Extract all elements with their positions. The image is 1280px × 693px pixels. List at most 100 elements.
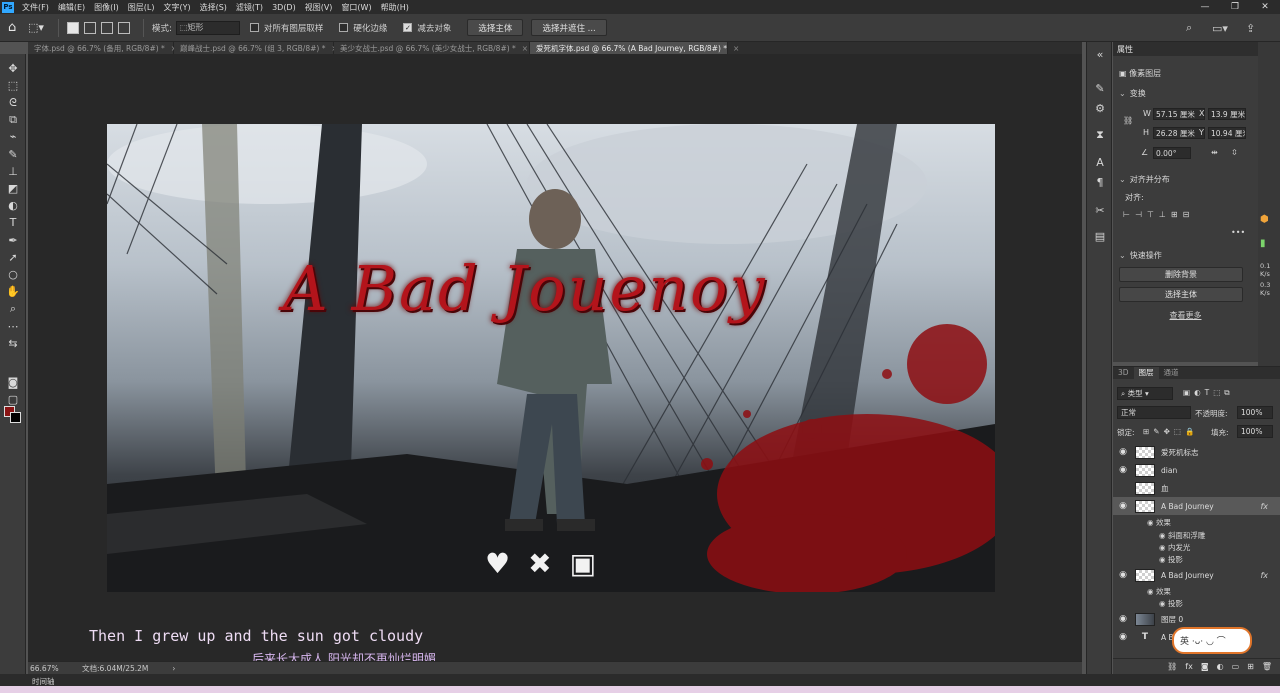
menu-window[interactable]: 窗口(W) — [341, 2, 371, 13]
character-icon[interactable]: A — [1093, 156, 1107, 170]
menu-filter[interactable]: 滤镜(T) — [236, 2, 263, 13]
paragraph-icon[interactable]: ¶ — [1093, 176, 1107, 190]
tab-document-1[interactable]: 字体.psd @ 66.7% (备用, RGB/8#) *× — [28, 42, 177, 54]
status-arrow-icon[interactable]: › — [172, 664, 175, 673]
layer-row[interactable]: 血 — [1113, 479, 1280, 497]
new-group-icon[interactable]: ▭ — [1232, 662, 1240, 671]
properties-tab[interactable]: 属性 — [1117, 44, 1133, 55]
stamp-tool-icon[interactable]: ⊥ — [6, 165, 20, 179]
eyedropper-tool-icon[interactable]: ⌁ — [6, 130, 20, 144]
eye-icon[interactable]: ◉ — [1117, 632, 1129, 642]
select-and-mask-button[interactable]: 选择并遮住 ... — [531, 19, 607, 36]
ellipse-tool-icon[interactable]: ○ — [6, 268, 20, 282]
close-tab-icon[interactable]: × — [522, 44, 528, 53]
tab-document-4[interactable]: 爱死机字体.psd @ 66.7% (A Bad Journey, RGB/8#… — [530, 42, 739, 54]
menu-layer[interactable]: 图层(L) — [128, 2, 155, 13]
background-color-swatch[interactable] — [10, 412, 21, 423]
brush-tool-icon[interactable]: ✎ — [6, 148, 20, 162]
adjustment-layer-icon[interactable]: ◐ — [1217, 662, 1224, 671]
hard-edge-checkbox[interactable]: 硬化边缘 — [339, 22, 391, 34]
type-tool-icon[interactable]: T — [6, 216, 20, 230]
history-icon[interactable]: ⧗ — [1093, 128, 1107, 142]
layer-row[interactable]: ◉ 爱死机标志 — [1113, 443, 1280, 461]
share-icon[interactable]: ⇪ — [1246, 14, 1255, 42]
effect-drop-shadow[interactable]: ◉ 投影 — [1159, 554, 1183, 565]
more-tools-icon[interactable]: ⋯ — [6, 320, 20, 334]
angle-field[interactable]: 0.00° — [1153, 147, 1191, 159]
see-more-link[interactable]: 查看更多 — [1113, 310, 1258, 321]
zoom-tool-icon[interactable]: ⌕ — [6, 302, 20, 316]
maximize-icon[interactable]: ❐ — [1220, 0, 1250, 14]
align-buttons-icon[interactable]: ⊢⊣⊤⊥⊞⊟ — [1123, 210, 1194, 219]
tab-layers[interactable]: 图层 — [1133, 367, 1159, 379]
object-select-tool-icon[interactable]: ⬚▾ — [28, 19, 50, 37]
eye-icon[interactable]: ◉ — [1117, 570, 1129, 580]
menu-image[interactable]: 图像(I) — [94, 2, 119, 13]
flip-vertical-icon[interactable]: ⇳ — [1231, 148, 1238, 157]
effects-group[interactable]: ◉ 效果 — [1147, 586, 1171, 597]
delete-layer-icon[interactable]: 🗑 — [1262, 662, 1272, 671]
sample-all-checkbox[interactable]: 对所有图层取样 — [249, 22, 328, 34]
height-field[interactable]: 26.28 厘米 — [1153, 127, 1205, 139]
menu-edit[interactable]: 编辑(E) — [58, 2, 85, 13]
new-selection-icon[interactable] — [67, 21, 79, 34]
menu-file[interactable]: 文件(F) — [22, 2, 49, 13]
home-icon[interactable]: ⌂ — [8, 20, 28, 35]
tab-3d[interactable]: 3D — [1113, 367, 1134, 379]
ime-toolbar[interactable]: 英 ·ᴗ· ◡ ⌒ — [1172, 627, 1252, 654]
layer-row[interactable]: ◉ A Bad Journey fx — [1113, 566, 1280, 584]
eye-icon[interactable]: ◉ — [1117, 501, 1129, 511]
eye-icon[interactable]: ◉ — [1117, 447, 1129, 457]
add-style-icon[interactable]: fx — [1185, 662, 1193, 671]
layer-row-selected[interactable]: ◉ A Bad Journey fx — [1113, 497, 1280, 515]
select-subject-button[interactable]: 选择主体 — [467, 19, 524, 36]
tab-channels[interactable]: 通道 — [1159, 367, 1184, 379]
y-field[interactable]: 10.94 厘米 — [1208, 127, 1246, 139]
lasso-tool-icon[interactable]: ᘓ — [6, 96, 20, 110]
move-tool-icon[interactable]: ✥ — [6, 62, 20, 76]
zoom-level[interactable]: 66.67% — [30, 664, 82, 673]
eye-icon[interactable]: ◉ — [1117, 614, 1129, 624]
eye-icon[interactable]: ◉ — [1117, 465, 1129, 475]
close-tab-icon[interactable]: × — [733, 44, 739, 53]
lock-icons[interactable]: ⊞✎✥⬚🔒 — [1143, 427, 1198, 436]
add-selection-icon[interactable] — [84, 21, 96, 34]
subtract-selection-icon[interactable] — [101, 21, 113, 34]
minimize-icon[interactable]: — — [1190, 0, 1220, 14]
hand-tool-icon[interactable]: ✋ — [6, 285, 20, 299]
collapse-panels-icon[interactable]: « — [1093, 48, 1107, 62]
edit-toolbar-icon[interactable]: ⇆ — [6, 337, 20, 351]
effects-fx-icon[interactable]: fx — [1260, 571, 1268, 580]
flip-horizontal-icon[interactable]: ⇹ — [1211, 148, 1218, 157]
search-icon[interactable]: ⌕ — [1186, 14, 1192, 42]
effect-drop-shadow[interactable]: ◉ 投影 — [1159, 598, 1183, 609]
brush-settings-icon[interactable]: ✎ — [1093, 82, 1107, 96]
quick-mask-icon[interactable]: ◙ — [6, 376, 20, 390]
menu-help[interactable]: 帮助(H) — [381, 2, 409, 13]
new-layer-icon[interactable]: ⊞ — [1247, 662, 1254, 671]
add-mask-icon[interactable]: ◙ — [1201, 662, 1209, 671]
marquee-tool-icon[interactable]: ⬚ — [6, 79, 20, 93]
intersect-selection-icon[interactable] — [118, 21, 130, 34]
effects-fx-icon[interactable]: fx — [1260, 502, 1268, 511]
select-subject-panel-button[interactable]: 选择主体 — [1119, 287, 1243, 302]
workspace-icon[interactable]: ▭▾ — [1212, 14, 1228, 42]
menu-select[interactable]: 选择(S) — [200, 2, 227, 13]
mode-select[interactable]: ⬚ 矩形 — [175, 20, 240, 35]
remove-background-button[interactable]: 删除背景 — [1119, 267, 1243, 282]
tab-document-3[interactable]: 美少女战士.psd @ 66.7% (美少女战士, RGB/8#) * × — [334, 42, 530, 54]
link-layers-icon[interactable]: ⛓ — [1167, 662, 1177, 671]
layer-row[interactable]: ◉ 图层 0 — [1113, 610, 1280, 628]
layer-row[interactable]: ◉ dian — [1113, 461, 1280, 479]
close-icon[interactable]: ✕ — [1250, 0, 1280, 14]
width-field[interactable]: 57.15 厘米 — [1153, 108, 1205, 120]
dodge-tool-icon[interactable]: ◐ — [6, 199, 20, 213]
adjustments-icon[interactable]: ⚙ — [1093, 102, 1107, 116]
link-icon[interactable]: ⛓ — [1123, 116, 1133, 125]
tab-document-2[interactable]: 巅峰战士.psd @ 66.7% (组 3, RGB/8#) *× — [174, 42, 338, 54]
blend-mode-select[interactable]: 正常 — [1117, 406, 1191, 419]
menu-view[interactable]: 视图(V) — [305, 2, 333, 13]
opacity-field[interactable]: 100% — [1237, 406, 1273, 419]
path-select-tool-icon[interactable]: ➚ — [6, 251, 20, 265]
effects-group[interactable]: ◉ 效果 — [1147, 517, 1171, 528]
